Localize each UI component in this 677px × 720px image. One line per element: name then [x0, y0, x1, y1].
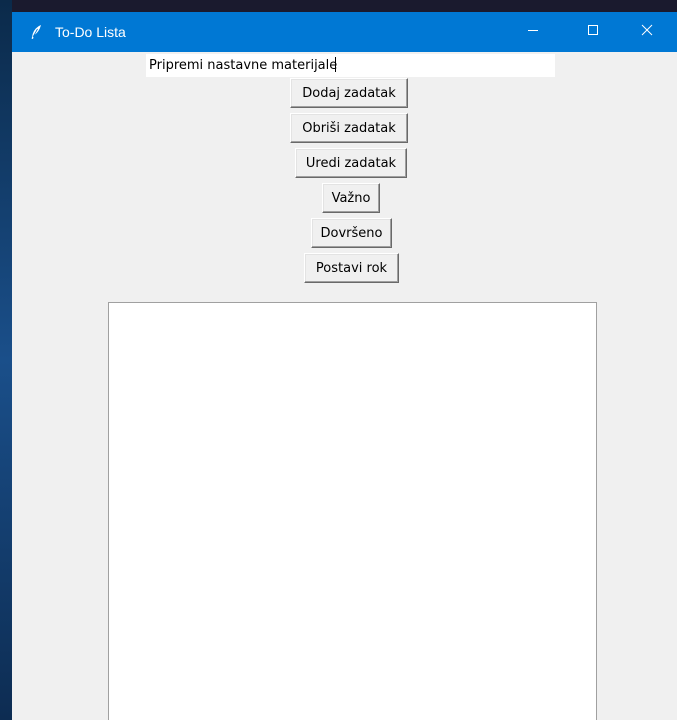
task-input[interactable]: Pripremi nastavne materijale — [146, 54, 555, 77]
task-list[interactable] — [108, 302, 597, 720]
close-button[interactable] — [617, 12, 677, 52]
maximize-button[interactable] — [563, 12, 623, 52]
set-deadline-button[interactable]: Postavi rok — [304, 253, 399, 283]
maximize-icon — [587, 23, 599, 41]
client-area: Pripremi nastavne materijale Dodaj zadat… — [12, 52, 677, 720]
delete-task-button[interactable]: Obriši zadatak — [290, 113, 408, 143]
window-title: To-Do Lista — [55, 24, 126, 40]
close-icon — [641, 23, 653, 41]
edit-task-button[interactable]: Uredi zadatak — [295, 148, 407, 178]
app-window: To-Do Lista Pripremi nastavne materijale — [12, 12, 677, 720]
add-task-button[interactable]: Dodaj zadatak — [290, 78, 408, 108]
task-input-value: Pripremi nastavne materijale — [149, 58, 338, 73]
desktop-background — [0, 0, 12, 720]
minimize-icon — [527, 23, 539, 41]
title-bar[interactable]: To-Do Lista — [12, 12, 677, 52]
minimize-button[interactable] — [503, 12, 563, 52]
important-button[interactable]: Važno — [322, 183, 380, 213]
done-button[interactable]: Dovršeno — [311, 218, 392, 248]
feather-icon — [28, 24, 44, 40]
text-cursor — [335, 57, 337, 72]
